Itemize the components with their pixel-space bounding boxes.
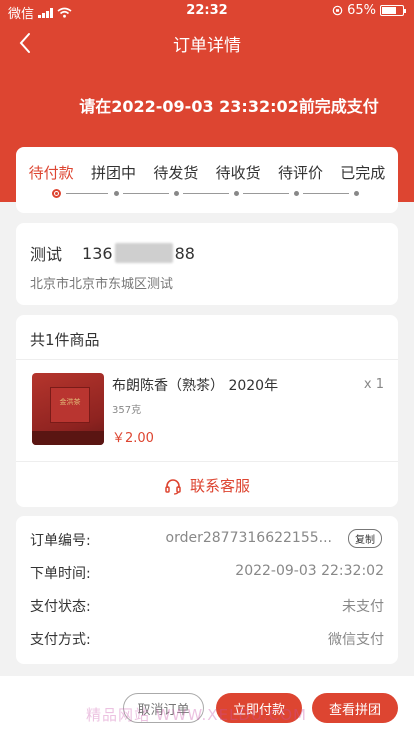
order-time-row: 下单时间: 2022-09-03 22:32:02	[30, 563, 384, 583]
order-time-value: 2022-09-03 22:32:02	[235, 563, 384, 579]
address-detail: 北京市北京市东城区测试	[30, 277, 174, 292]
phone-prefix: 136	[82, 243, 113, 263]
pay-now-button[interactable]: 立即付款	[216, 693, 302, 723]
order-status-tabs: 待付款 拼团中 待发货 待收货 待评价 已完成	[16, 147, 398, 213]
progress-line	[123, 193, 169, 194]
payment-deadline: 请在2022-09-03 23:32:02前完成支付	[79, 97, 379, 116]
progress-line	[183, 193, 229, 194]
service-card: 联系客服	[16, 461, 398, 507]
tab-pending-shipment[interactable]: 待发货	[153, 162, 198, 183]
tab-pending-payment[interactable]: 待付款	[29, 162, 74, 183]
payment-status-value: 未支付	[342, 599, 384, 615]
footer-action-bar: 取消订单 立即付款 查看拼团 精品网站 WWW.XELDU.COM	[0, 676, 414, 736]
address-contact: 测试 136 88	[30, 241, 195, 265]
progress-step-2	[114, 191, 119, 196]
status-progress	[52, 189, 378, 199]
product-image[interactable]: 金洪茶	[32, 373, 104, 445]
contact-service-label: 联系客服	[189, 477, 250, 495]
contact-service-button[interactable]: 联系客服	[16, 475, 398, 496]
goods-count-header: 共1件商品	[30, 331, 100, 349]
copy-button[interactable]: 复制	[348, 529, 382, 548]
progress-line	[243, 193, 289, 194]
product-image-base	[32, 431, 104, 445]
product-name[interactable]: 布朗陈香（熟茶） 2020年	[112, 375, 278, 395]
tab-list: 待付款 拼团中 待发货 待收货 待评价 已完成	[16, 147, 398, 183]
address-card[interactable]: 测试 136 88 北京市北京市东城区测试	[16, 223, 398, 305]
payment-status-label: 支付状态:	[30, 599, 91, 615]
phone-redacted-mask	[114, 243, 173, 263]
goods-card: 共1件商品 金洪茶 布朗陈香（熟茶） 2020年 x 1 357克 ￥2.00	[16, 315, 398, 461]
battery-icon	[380, 5, 406, 16]
order-number-row: 订单编号: order2877316622155... 复制	[30, 529, 384, 550]
progress-step-3	[174, 191, 179, 196]
page-title: 订单详情	[173, 36, 241, 56]
status-bar: 微信 22:32 65%	[0, 0, 414, 22]
orientation-lock-icon	[332, 5, 343, 16]
tab-grouping[interactable]: 拼团中	[91, 162, 136, 183]
product-quantity: x 1	[363, 377, 384, 392]
progress-step-5	[294, 191, 299, 196]
battery-percent: 65%	[347, 3, 376, 18]
product-box: 金洪茶	[50, 387, 90, 423]
order-number-label: 订单编号:	[30, 533, 91, 549]
progress-step-4	[234, 191, 239, 196]
tab-pending-receipt[interactable]: 待收货	[216, 162, 261, 183]
order-info-card: 订单编号: order2877316622155... 复制 下单时间: 202…	[16, 516, 398, 664]
product-spec: 357克	[112, 405, 142, 416]
product-price: ￥2.00	[112, 431, 154, 446]
order-time-label: 下单时间:	[30, 566, 91, 582]
payment-method-value: 微信支付	[328, 632, 384, 648]
progress-step-1-active	[52, 189, 61, 198]
status-right: 65%	[332, 3, 406, 18]
phone-suffix: 88	[174, 243, 195, 263]
payment-method-row: 支付方式: 微信支付	[30, 629, 384, 649]
progress-step-6	[354, 191, 359, 196]
payment-status-row: 支付状态: 未支付	[30, 596, 384, 616]
order-number-value: order2877316622155...	[165, 530, 332, 546]
headset-icon	[165, 478, 181, 495]
view-group-button[interactable]: 查看拼团	[312, 693, 398, 723]
payment-method-label: 支付方式:	[30, 632, 91, 648]
recipient-name: 测试	[30, 245, 63, 264]
progress-line	[66, 193, 108, 194]
product-box-caption: 金洪茶	[59, 398, 81, 406]
cancel-order-button[interactable]: 取消订单	[123, 693, 204, 723]
progress-line	[303, 193, 349, 194]
divider	[16, 359, 398, 360]
tab-pending-review[interactable]: 待评价	[278, 162, 323, 183]
tab-completed[interactable]: 已完成	[340, 162, 385, 183]
nav-bar: 订单详情	[0, 28, 414, 58]
